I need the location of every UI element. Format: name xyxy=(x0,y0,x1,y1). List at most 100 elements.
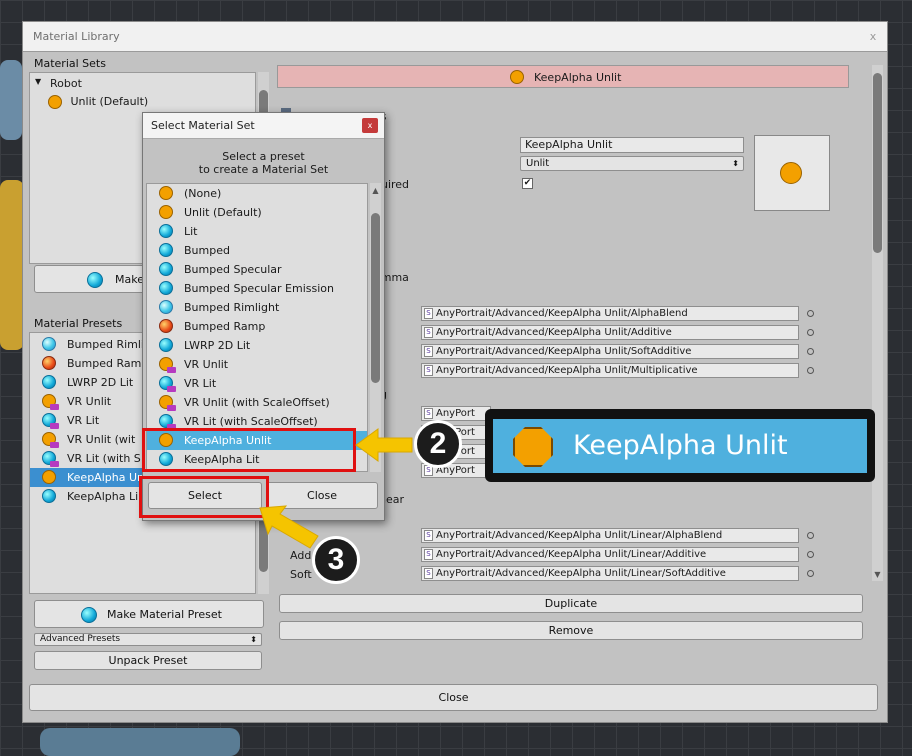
rim-icon xyxy=(42,337,56,351)
background-artwork-left xyxy=(0,180,24,350)
dialog-title: Select Material Set xyxy=(151,119,255,132)
ramp-icon xyxy=(159,319,173,333)
cyan-circle-icon xyxy=(159,281,173,295)
material-type-dropdown[interactable]: Unlit ⬍ xyxy=(520,156,744,171)
object-picker-icon[interactable] xyxy=(807,367,814,374)
scroll-thumb[interactable] xyxy=(371,213,380,383)
ramp-icon xyxy=(42,356,56,370)
make-material-preset-button[interactable]: Make Material Preset xyxy=(34,600,264,628)
material-set-root[interactable]: Robot xyxy=(50,77,82,90)
shader-path-text: AnyPortrait/Advanced/KeepAlpha Unlit/Add… xyxy=(436,327,672,338)
list-item-label: Lit xyxy=(184,225,198,238)
list-item-label: VR Unlit (wit xyxy=(67,433,136,446)
shader-path-field[interactable]: S AnyPortrait/Advanced/KeepAlpha Unlit/Li… xyxy=(421,528,799,543)
orange-vr-icon xyxy=(159,357,176,373)
object-picker-icon[interactable] xyxy=(807,570,814,577)
background-artwork-top xyxy=(0,60,22,140)
advanced-presets-dropdown[interactable]: Advanced Presets ⬍ xyxy=(34,633,262,646)
cyan-circle-icon xyxy=(159,262,173,276)
expand-arrow-icon[interactable]: ▼ xyxy=(35,77,41,86)
orange-circle-icon xyxy=(513,427,553,467)
list-item-label: VR Unlit (with ScaleOffset) xyxy=(184,396,330,409)
required-checkbox[interactable]: ✔ xyxy=(522,178,533,189)
callout-arrow-icon xyxy=(355,428,413,462)
dialog-close-icon[interactable]: x xyxy=(362,118,378,133)
dropdown-arrow-icon: ⬍ xyxy=(250,635,257,644)
cyan-circle-icon xyxy=(159,243,173,257)
shader-icon: S xyxy=(424,568,433,579)
unpack-preset-button[interactable]: Unpack Preset xyxy=(34,651,262,670)
object-picker-icon[interactable] xyxy=(807,532,814,539)
list-item-label: Bumped Specular xyxy=(184,263,282,276)
cyan-vr-icon xyxy=(159,376,176,392)
window-title: Material Library xyxy=(33,30,120,43)
zoomed-callout: KeepAlpha Unlit xyxy=(485,409,875,482)
object-picker-icon[interactable] xyxy=(807,551,814,558)
list-item-label: Bumped Ramp xyxy=(184,320,266,333)
material-set-item[interactable]: Unlit (Default) xyxy=(48,95,248,113)
rim-icon xyxy=(159,300,173,314)
shader-path-field[interactable]: S AnyPortrait/Advanced/KeepAlpha Unlit/Li… xyxy=(421,547,799,562)
list-item[interactable]: Bumped Ramp xyxy=(147,317,367,336)
orange-vr-icon xyxy=(159,395,176,411)
object-picker-icon[interactable] xyxy=(807,329,814,336)
shader-path-text: AnyPortrait/Advanced/KeepAlpha Unlit/Lin… xyxy=(436,568,726,579)
zoomed-label: KeepAlpha Unlit xyxy=(573,430,788,461)
portrait-icon xyxy=(87,272,103,288)
list-item-label: LWRP 2D Lit xyxy=(67,376,134,389)
shader-icon: S xyxy=(424,365,433,376)
list-item-label: (None) xyxy=(184,187,222,200)
list-item[interactable]: Bumped Specular Emission xyxy=(147,279,367,298)
list-item[interactable]: VR Unlit xyxy=(147,355,367,374)
right-panel-scrollbar[interactable]: ▼ xyxy=(872,65,883,581)
shader-path-field[interactable]: S AnyPortrait/Advanced/KeepAlpha Unlit/Mu… xyxy=(421,363,799,378)
shader-path-field[interactable]: SAnyPort xyxy=(421,406,491,421)
scroll-up-icon[interactable]: ▲ xyxy=(370,185,381,196)
object-picker-icon[interactable] xyxy=(807,348,814,355)
list-item-label: Bumped Specular Emission xyxy=(184,282,334,295)
scroll-down-icon[interactable]: ▼ xyxy=(872,569,883,580)
close-window-button[interactable]: Close xyxy=(29,684,878,711)
highlight-box-items xyxy=(142,428,356,472)
make-preset-label: Make Material Preset xyxy=(107,608,222,621)
cyan-vr-icon xyxy=(159,414,176,430)
list-item[interactable]: VR Unlit (with ScaleOffset) xyxy=(147,393,367,412)
list-item[interactable]: VR Lit xyxy=(147,374,367,393)
shader-path-field[interactable]: S AnyPortrait/Advanced/KeepAlpha Unlit/Li… xyxy=(421,566,799,581)
material-set-item-label: Unlit (Default) xyxy=(70,95,149,108)
list-item-label: Unlit (Default) xyxy=(184,206,262,219)
shader-icon: S xyxy=(424,346,433,357)
dialog-title-bar: Select Material Set x xyxy=(143,113,384,139)
orange-vr-icon xyxy=(42,394,59,410)
dialog-prompt-line2: to create a Material Set xyxy=(198,163,329,176)
step-2-badge: 2 xyxy=(414,420,462,468)
scroll-thumb[interactable] xyxy=(873,73,882,253)
remove-button[interactable]: Remove xyxy=(279,621,863,640)
object-picker-icon[interactable] xyxy=(807,310,814,317)
list-item[interactable]: Unlit (Default) xyxy=(147,203,367,222)
shader-path-field[interactable]: S AnyPortrait/Advanced/KeepAlpha Unlit/Ad… xyxy=(421,325,799,340)
material-header-title: KeepAlpha Unlit xyxy=(534,71,622,84)
shader-path-text: AnyPortrait/Advanced/KeepAlpha Unlit/Lin… xyxy=(436,530,723,541)
window-close-icon[interactable]: x xyxy=(867,31,879,43)
orange-circle-icon xyxy=(780,162,802,184)
shader-path-field[interactable]: S AnyPortrait/Advanced/KeepAlpha Unlit/So… xyxy=(421,344,799,359)
material-name-field[interactable]: KeepAlpha Unlit xyxy=(520,137,744,153)
orange-circle-icon xyxy=(159,186,173,200)
portrait-icon xyxy=(81,607,97,623)
list-item[interactable]: LWRP 2D Lit xyxy=(147,336,367,355)
list-item[interactable]: Bumped xyxy=(147,241,367,260)
list-item[interactable]: Bumped Rimlight xyxy=(147,298,367,317)
shader-path-field[interactable]: S AnyPortrait/Advanced/KeepAlpha Unlit/Al… xyxy=(421,306,799,321)
material-header-bar: KeepAlpha Unlit xyxy=(277,65,849,88)
list-item[interactable]: Lit xyxy=(147,222,367,241)
shader-path-text: AnyPort xyxy=(436,408,475,419)
dropdown-arrow-icon: ⬍ xyxy=(732,159,739,168)
list-item[interactable]: (None) xyxy=(147,184,367,203)
list-item-label: VR Lit xyxy=(184,377,217,390)
step-3-badge: 3 xyxy=(312,536,360,584)
highlight-box-select xyxy=(139,476,269,518)
duplicate-button[interactable]: Duplicate xyxy=(279,594,863,613)
cyan-vr-icon xyxy=(42,451,59,467)
list-item[interactable]: Bumped Specular xyxy=(147,260,367,279)
